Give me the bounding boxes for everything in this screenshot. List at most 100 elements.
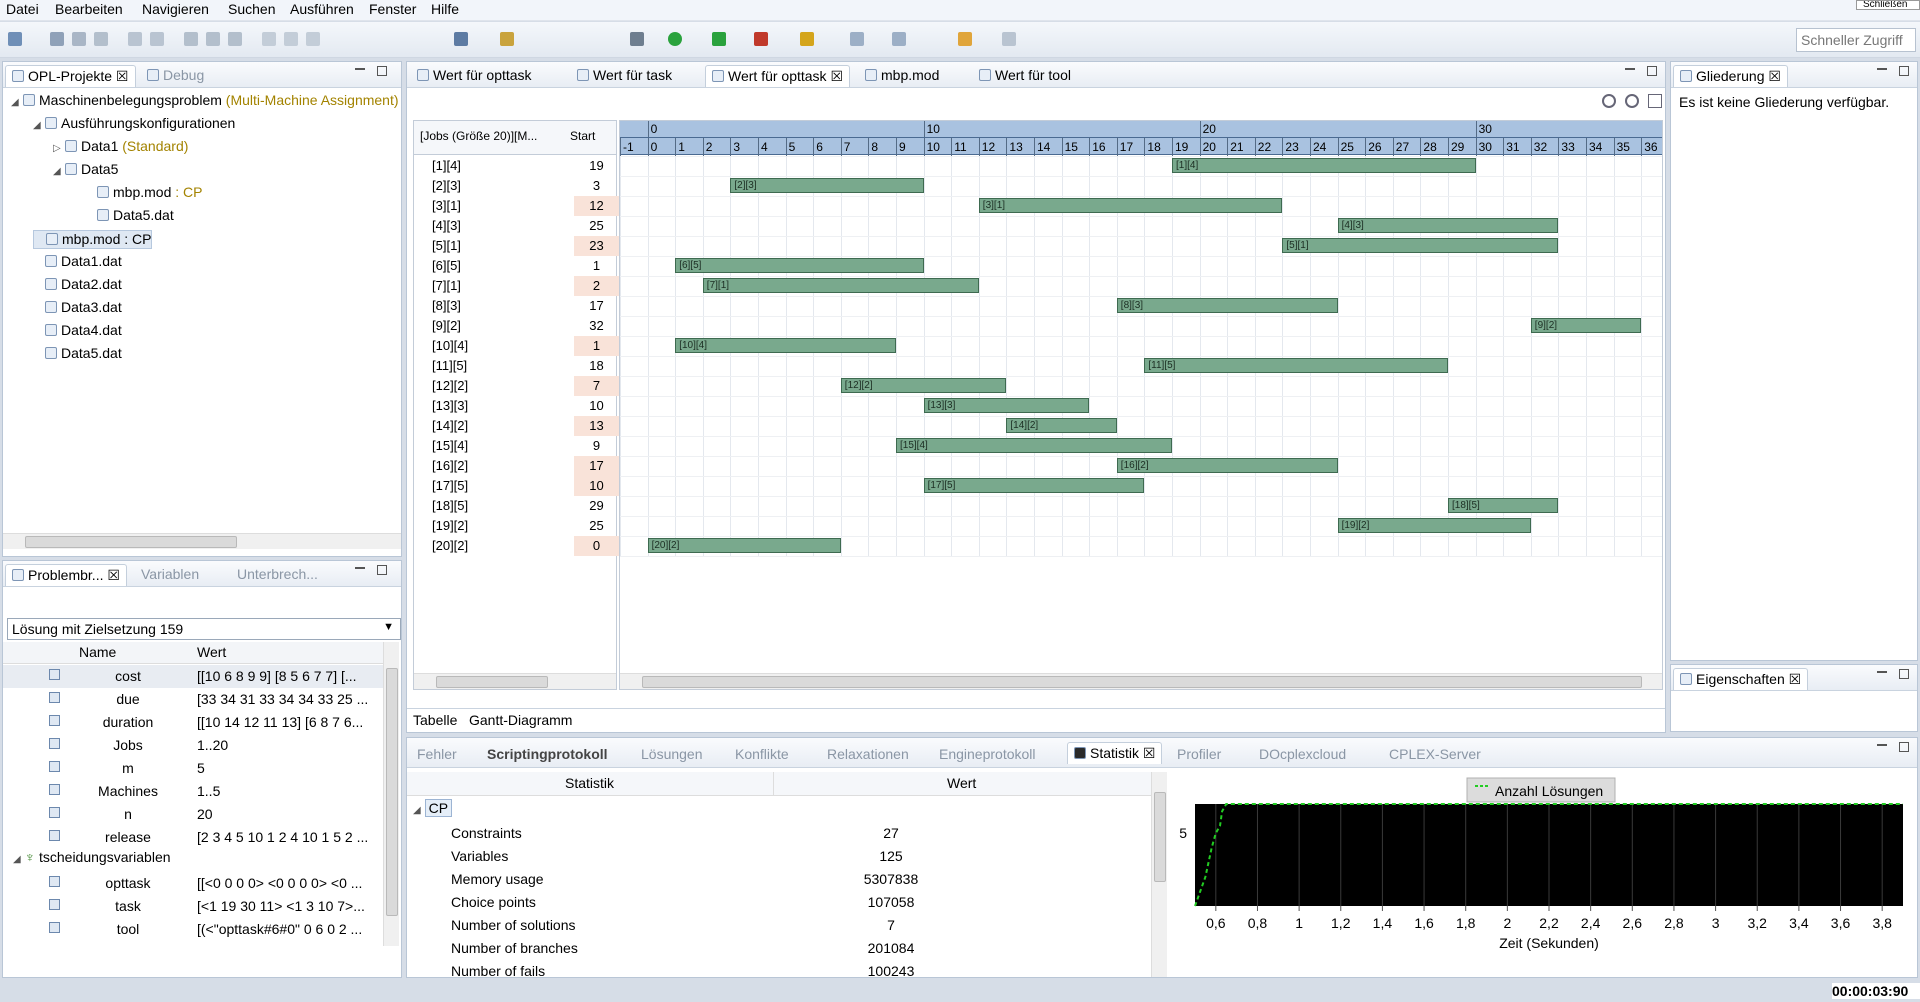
forward-icon[interactable]: [1002, 32, 1016, 46]
tab-opl-projects[interactable]: OPL-Projekte ☒: [5, 65, 136, 87]
decision-variable-row[interactable]: opttask [[<0 0 0 0> <0 0 0 0> <0 ...: [3, 872, 383, 895]
maximize-icon[interactable]: [1899, 66, 1909, 76]
statistic-row[interactable]: Constraints 27: [407, 822, 1167, 845]
maximize-icon[interactable]: [377, 66, 387, 76]
minimize-icon[interactable]: [1877, 68, 1887, 71]
zoom-in-icon[interactable]: [1625, 94, 1639, 108]
variable-row[interactable]: n 20: [3, 803, 383, 826]
variable-row[interactable]: Machines 1..5: [3, 780, 383, 803]
job-row[interactable]: [3][1] 12: [414, 196, 619, 216]
tab-fehler[interactable]: Fehler: [411, 744, 463, 766]
maximize-icon[interactable]: [1899, 669, 1909, 679]
statistic-row[interactable]: Number of solutions 7: [407, 914, 1167, 937]
menu-datei[interactable]: Datei: [6, 1, 39, 17]
gantt-bar[interactable]: [16][2]: [1116, 458, 1338, 473]
save-all-icon[interactable]: [72, 32, 86, 46]
tab-mbp-mod[interactable]: mbp.mod: [859, 65, 945, 87]
tree-item[interactable]: mbp.mod : CP: [85, 184, 202, 203]
gantt-bar[interactable]: [17][5]: [923, 478, 1145, 493]
gantt-bar[interactable]: [11][5]: [1144, 358, 1448, 373]
tree-item[interactable]: ▷ Data1 (Standard): [53, 138, 188, 157]
gantt-bar[interactable]: [9][2]: [1530, 318, 1642, 333]
tab-wert-task[interactable]: Wert für task: [571, 65, 678, 87]
save-icon[interactable]: [50, 32, 64, 46]
tab-breakpoints[interactable]: Unterbrech...: [231, 564, 324, 586]
tree-item[interactable]: ◢ Data5: [53, 161, 118, 180]
tree-item[interactable]: Data5.dat: [85, 207, 174, 226]
job-row[interactable]: [1][4] 19: [414, 156, 614, 176]
tree-item[interactable]: Data5.dat: [33, 345, 122, 364]
maximize-icon[interactable]: [1647, 66, 1657, 76]
tab-outline[interactable]: Gliederung ☒: [1673, 65, 1788, 87]
minimize-icon[interactable]: [355, 567, 365, 570]
statistic-row[interactable]: Number of branches 201084: [407, 937, 1167, 960]
statistic-row[interactable]: Variables 125: [407, 845, 1167, 868]
tree-item[interactable]: Data1.dat: [33, 253, 122, 272]
minimize-icon[interactable]: [1877, 744, 1887, 747]
job-row[interactable]: [7][1] 2: [414, 276, 619, 296]
project-hscroll[interactable]: [3, 533, 401, 549]
gantt-bar[interactable]: [15][4]: [896, 438, 1172, 453]
minimize-icon[interactable]: [1877, 671, 1887, 674]
menu-hilfe[interactable]: Hilfe: [431, 1, 459, 17]
copy-icon[interactable]: [206, 32, 220, 46]
gantt-bar[interactable]: [5][1]: [1282, 238, 1559, 253]
minimize-icon[interactable]: [1625, 68, 1635, 71]
tab-engineprotokoll[interactable]: Engineprotokoll: [933, 744, 1042, 766]
menu-fenster[interactable]: Fenster: [369, 1, 416, 17]
tab-tabelle[interactable]: Tabelle: [413, 712, 457, 728]
tab-statistik[interactable]: Statistik ☒: [1067, 742, 1163, 764]
variable-row[interactable]: release [2 3 4 5 10 1 2 4 10 1 5 2 ...: [3, 826, 383, 849]
statistic-row[interactable]: Memory usage 5307838: [407, 868, 1167, 891]
gantt-bar[interactable]: [19][2]: [1337, 518, 1531, 533]
zoom-fit-icon[interactable]: [1648, 94, 1662, 108]
run-icon[interactable]: [668, 32, 682, 46]
job-row[interactable]: [10][4] 1: [414, 336, 619, 356]
job-row[interactable]: [18][5] 29: [414, 496, 614, 516]
back-icon[interactable]: [958, 32, 972, 46]
external-tools-icon[interactable]: [754, 32, 768, 46]
print-icon[interactable]: [94, 32, 108, 46]
menu-bearbeiten[interactable]: Bearbeiten: [55, 1, 123, 17]
gantt-bar[interactable]: [1][4]: [1172, 158, 1476, 173]
tree-item[interactable]: Data2.dat: [33, 276, 122, 295]
job-row[interactable]: [20][2] 0: [414, 536, 619, 556]
tab-properties[interactable]: Eigenschaften ☒: [1673, 668, 1809, 690]
job-row[interactable]: [4][3] 25: [414, 216, 614, 236]
variables-vscroll[interactable]: [383, 642, 399, 946]
decision-variables-group[interactable]: ◢ ♆ tscheidungsvariablen: [13, 849, 171, 872]
stats-vscroll[interactable]: [1151, 772, 1167, 977]
zoom-icon[interactable]: [454, 32, 468, 46]
annotation-icon[interactable]: [850, 32, 864, 46]
job-row[interactable]: [11][5] 18: [414, 356, 614, 376]
gantt-bar[interactable]: [12][2]: [840, 378, 1007, 393]
job-row[interactable]: [12][2] 7: [414, 376, 619, 396]
tab-loesungen[interactable]: Lösungen: [635, 744, 709, 766]
marker-icon[interactable]: [500, 32, 514, 46]
menu-suchen[interactable]: Suchen: [228, 1, 275, 17]
undo-icon[interactable]: [128, 32, 142, 46]
job-hscroll[interactable]: [414, 673, 616, 689]
gantt-bar[interactable]: [4][3]: [1337, 218, 1559, 233]
job-row[interactable]: [6][5] 1: [414, 256, 614, 276]
variable-row[interactable]: cost [[10 6 8 9 9] [8 5 6 7 7] [...: [3, 665, 383, 688]
gantt-bar[interactable]: [7][1]: [702, 278, 979, 293]
settings-icon[interactable]: [630, 32, 644, 46]
tab-wert-tool[interactable]: Wert für tool: [973, 65, 1077, 87]
gantt-bar[interactable]: [14][2]: [1006, 418, 1117, 433]
job-row[interactable]: [17][5] 10: [414, 476, 619, 496]
job-row[interactable]: [16][2] 17: [414, 456, 619, 476]
minimize-icon[interactable]: [355, 68, 365, 71]
job-row[interactable]: [8][3] 17: [414, 296, 614, 316]
debug-run-icon[interactable]: [712, 32, 726, 46]
variable-row[interactable]: due [33 34 31 33 34 34 33 25 ...: [3, 688, 383, 711]
gantt-bar[interactable]: [8][3]: [1116, 298, 1338, 313]
gantt-bar[interactable]: [3][1]: [978, 198, 1283, 213]
pause-icon[interactable]: [284, 32, 298, 46]
solution-select[interactable]: Lösung mit Zielsetzung 159 ▼: [7, 618, 401, 640]
maximize-icon[interactable]: [377, 565, 387, 575]
step-icon[interactable]: [262, 32, 276, 46]
maximize-icon[interactable]: [1899, 742, 1909, 752]
new-icon[interactable]: [8, 32, 22, 46]
variable-row[interactable]: duration [[10 14 12 11 13] [6 8 7 6...: [3, 711, 383, 734]
